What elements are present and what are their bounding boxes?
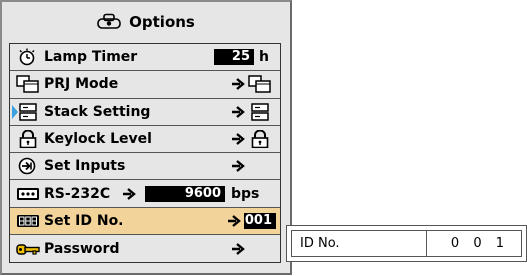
menu-item-label: Keylock Level — [44, 131, 152, 148]
baud-rate-unit: bps — [231, 185, 260, 202]
menu-item-lamp-timer[interactable]: Lamp Timer 25 h — [10, 44, 280, 72]
rs232c-icon — [17, 187, 39, 200]
menu-item-label: Password — [44, 240, 120, 257]
keylock-icon — [19, 130, 37, 149]
menu-item-set-id-no[interactable]: Set ID No. 001 — [10, 207, 280, 236]
menu-list: Lamp Timer 25 h PRJ Mode Stack Setting K… — [9, 43, 281, 264]
lamp-timer-value: 25 — [214, 49, 254, 66]
lamp-timer-unit: h — [259, 49, 269, 66]
options-menu-panel: Options Lamp Timer 25 h PRJ Mode Stack S… — [0, 0, 292, 275]
arrow-right-icon — [232, 105, 245, 118]
menu-item-prj-mode[interactable]: PRJ Mode — [10, 71, 280, 99]
arrow-right-icon — [232, 133, 245, 145]
set-id-icon — [17, 214, 39, 227]
menu-item-password[interactable]: Password — [10, 235, 280, 262]
id-number-panel: ID No. 0 0 1 — [286, 225, 527, 262]
baud-rate-value: 9600 — [145, 185, 225, 202]
set-inputs-icon — [18, 158, 36, 175]
stack-setting-icon — [251, 102, 269, 121]
arrow-right-icon — [232, 242, 245, 255]
id-number-value: 0 0 1 — [450, 236, 509, 251]
id-number-label: ID No. — [300, 236, 340, 251]
menu-item-label: RS-232C — [44, 185, 111, 202]
stack-setting-icon — [19, 102, 37, 121]
menu-item-label: PRJ Mode — [44, 76, 119, 93]
menu-item-stack-setting[interactable]: Stack Setting — [10, 99, 280, 126]
menu-title-bar: Options — [2, 2, 290, 42]
key-icon — [16, 243, 40, 255]
projector-mode-icon — [16, 75, 39, 94]
arrow-right-icon — [123, 187, 136, 200]
projector-mode-icon — [248, 75, 271, 94]
menu-item-label: Lamp Timer — [44, 49, 138, 66]
set-id-value: 001 — [244, 212, 276, 229]
menu-item-rs232c[interactable]: RS-232C 9600 bps — [10, 180, 280, 208]
options-icon — [97, 13, 121, 29]
keylock-icon — [251, 130, 269, 149]
menu-item-label: Set Inputs — [44, 158, 126, 175]
lamp-timer-icon — [19, 48, 35, 66]
menu-item-keylock-level[interactable]: Keylock Level — [10, 126, 280, 154]
id-number-field[interactable]: ID No. 0 0 1 — [291, 230, 522, 257]
menu-item-label: Set ID No. — [44, 212, 124, 229]
menu-item-set-inputs[interactable]: Set Inputs — [10, 153, 280, 181]
arrow-right-icon — [232, 78, 245, 91]
menu-item-label: Stack Setting — [44, 103, 151, 120]
menu-title: Options — [129, 13, 195, 31]
arrow-right-icon — [232, 160, 245, 173]
arrow-right-icon — [228, 215, 241, 227]
